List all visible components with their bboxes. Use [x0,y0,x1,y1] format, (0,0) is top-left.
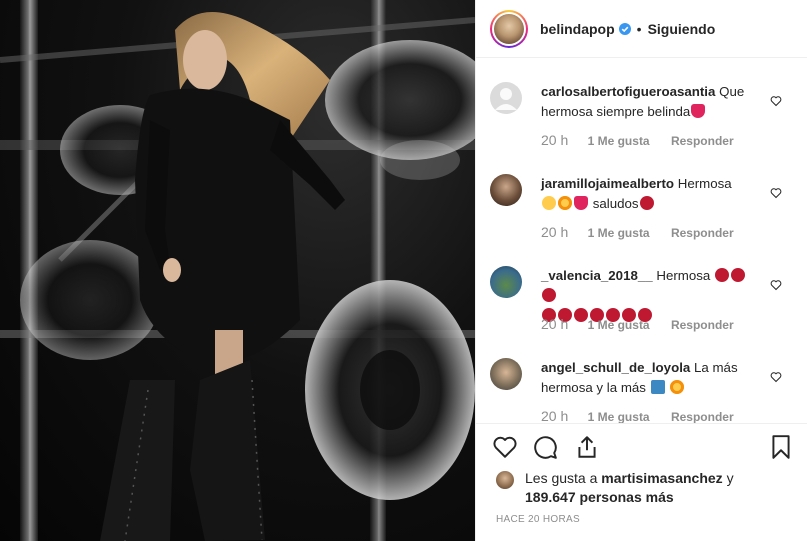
comment-content-2: saludos [592,196,639,211]
liker-username[interactable]: martisimasanchez [601,470,722,486]
reply-button[interactable]: Responder [671,410,734,423]
comment-likes[interactable]: 1 Me gusta [588,134,650,148]
comment-time[interactable]: 20 h [541,408,568,423]
comment-time[interactable]: 20 h [541,316,568,332]
heart-icon[interactable] [770,187,782,199]
comment-text: jaramillojaimealberto Hermosa saludos [541,174,761,214]
comment-icon[interactable] [532,434,558,460]
post-sidebar: belindapop • Siguiendo carlosalbertofigu… [475,0,807,541]
red-heart-emoji [691,104,706,118]
comment-username[interactable]: carlosalbertofigueroasantia [541,84,715,99]
following-button[interactable]: Siguiendo [648,21,716,37]
kiss-face-emoji [542,196,556,210]
rose-emoji [542,288,556,302]
likes-conj: y [726,470,734,486]
photo-illustration [0,0,475,541]
instagram-post: belindapop • Siguiendo carlosalbertofigu… [0,0,807,541]
verified-badge-icon [618,22,631,35]
post-actions-section: Les gusta a martisimasanchez y 189.647 p… [476,423,807,541]
likes-prefix: Les gusta a [525,470,598,486]
reply-button[interactable]: Responder [671,226,734,240]
comment-time[interactable]: 20 h [541,224,568,240]
comment-likes[interactable]: 1 Me gusta [588,410,650,423]
top-arrow-emoji [650,380,665,394]
default-avatar[interactable] [490,82,522,114]
comment-username[interactable]: angel_schull_de_loyola [541,360,690,375]
reply-button[interactable]: Responder [671,318,734,332]
username-link[interactable]: belindapop [540,21,615,37]
share-icon[interactable] [574,434,600,460]
rose-emoji [715,268,730,282]
likes-count[interactable]: 189.647 personas más [525,489,674,505]
heart-icon[interactable] [770,95,782,107]
comment-likes[interactable]: 1 Me gusta [588,226,650,240]
star-struck-emoji [670,380,685,394]
comment-username[interactable]: _valencia_2018__ [541,268,653,283]
heart-icon[interactable] [770,279,782,291]
heart-icon[interactable] [770,371,782,383]
liker-avatar[interactable] [496,471,514,489]
star-struck-emoji [558,196,572,210]
bookmark-icon[interactable] [768,434,794,460]
reply-button[interactable]: Responder [671,134,734,148]
like-heart-icon[interactable] [492,434,518,460]
post-photo[interactable] [0,0,475,541]
comment-time[interactable]: 20 h [541,132,568,148]
rose-emoji [639,196,654,210]
profile-avatar[interactable] [490,9,528,48]
commenter-avatar[interactable] [490,266,522,298]
comment-content: Hermosa [677,176,732,191]
comments-list[interactable]: carlosalbertofigueroasantia Que hermosa … [476,66,806,423]
comment-text: angel_schull_de_loyola La más hermosa y … [541,358,761,398]
commenter-avatar[interactable] [490,358,522,390]
comment-meta: 20 h 1 Me gusta Responder [541,316,734,332]
post-timestamp[interactable]: HACE 20 HORAS [496,514,580,525]
comment-likes[interactable]: 1 Me gusta [588,318,650,332]
separator-dot: • [636,20,642,37]
post-header: belindapop • Siguiendo [476,0,807,58]
comment-username[interactable]: jaramillojaimealberto [541,176,674,191]
comment-meta: 20 h 1 Me gusta Responder [541,224,734,240]
commenter-avatar[interactable] [490,174,522,206]
comment-content: Hermosa [656,268,711,283]
rose-emoji [731,268,746,282]
red-heart-emoji [574,196,588,210]
action-buttons [492,434,794,462]
comment-text: carlosalbertofigueroasantia Que hermosa … [541,82,761,122]
comment-meta: 20 h 1 Me gusta Responder [541,132,734,148]
comment-meta: 20 h 1 Me gusta Responder [541,408,734,423]
